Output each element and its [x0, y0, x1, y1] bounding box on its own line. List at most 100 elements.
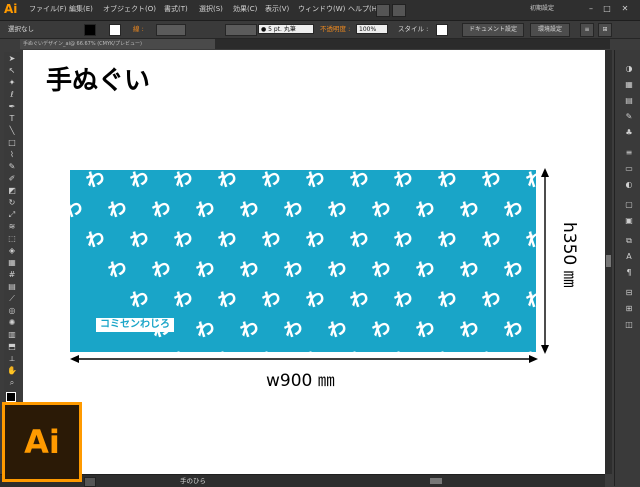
fill-color-icon[interactable]: [6, 392, 16, 402]
layers-panel-icon[interactable]: ⧉: [623, 236, 635, 246]
pathfinder-panel-icon[interactable]: ◫: [623, 320, 635, 330]
document-tab[interactable]: 手ぬぐいデザイン_ai@ 66.67% (CMYK/プレビュー): [20, 39, 215, 49]
menu-object[interactable]: オブジェクト(O): [103, 4, 156, 14]
align-icon[interactable]: ≡: [580, 23, 594, 37]
blob-brush-tool-icon[interactable]: ✐: [6, 174, 18, 184]
paragraph-panel-icon[interactable]: ¶: [623, 268, 635, 278]
vertical-scroll-thumb[interactable]: [606, 255, 611, 267]
preferences-button[interactable]: 環境設定: [530, 23, 570, 37]
pattern-glyph: ゎ: [433, 343, 462, 352]
pattern-glyph: ゎ: [212, 170, 242, 194]
brushes-panel-icon[interactable]: ✎: [623, 112, 635, 122]
artboard-tool-icon[interactable]: ⬒: [6, 342, 18, 352]
line-tool-icon[interactable]: ╲: [6, 126, 18, 136]
lasso-tool-icon[interactable]: ℓ: [6, 90, 18, 100]
menu-type[interactable]: 書式(T): [164, 4, 188, 14]
character-panel-icon[interactable]: A: [623, 252, 635, 262]
zoom-tool-icon[interactable]: ⌕: [6, 378, 18, 388]
menu-file[interactable]: ファイル(F): [29, 4, 67, 14]
stroke-weight-field[interactable]: [156, 24, 186, 36]
menu-bar: Ai ファイル(F) 編集(E) オブジェクト(O) 書式(T) 選択(S) 効…: [0, 0, 640, 21]
fill-swatch[interactable]: [84, 24, 96, 36]
stroke-panel-icon[interactable]: ≡: [623, 148, 635, 158]
pattern-glyph: ゎ: [256, 223, 286, 254]
align-panel-icon[interactable]: ⊟: [623, 288, 635, 298]
gradient-tool-icon[interactable]: ▤: [6, 282, 18, 292]
magic-wand-tool-icon[interactable]: ✦: [6, 78, 18, 88]
pattern-glyph: ゎ: [256, 283, 286, 314]
rectangle-tool-icon[interactable]: □: [6, 138, 18, 148]
shape-builder-tool-icon[interactable]: ◈: [6, 246, 18, 256]
mesh-tool-icon[interactable]: #: [6, 270, 18, 280]
slice-tool-icon[interactable]: ⟂: [6, 354, 18, 364]
stroke-label[interactable]: 線 :: [133, 24, 144, 35]
width-label: w900 ㎜: [266, 371, 335, 391]
pattern-glyph: ゎ: [476, 223, 506, 254]
hand-tool-icon[interactable]: ✋: [6, 366, 18, 376]
gradient-panel-icon[interactable]: ▭: [623, 164, 635, 174]
scale-tool-icon[interactable]: ⤢: [6, 210, 18, 220]
free-transform-tool-icon[interactable]: ⬚: [6, 234, 18, 244]
transparency-panel-icon[interactable]: ◐: [623, 180, 635, 190]
eraser-tool-icon[interactable]: ◩: [6, 186, 18, 196]
arrange-documents-button[interactable]: [392, 4, 406, 17]
pattern-glyph: ゎ: [322, 313, 352, 344]
pattern-glyph: ゎ: [257, 343, 286, 352]
rotate-tool-icon[interactable]: ↻: [6, 198, 18, 208]
opacity-field[interactable]: 100%: [356, 24, 388, 34]
pattern-glyph: ゎ: [388, 170, 418, 194]
appearance-panel-icon[interactable]: ▢: [623, 200, 635, 210]
menu-view[interactable]: 表示(V): [265, 4, 289, 14]
symbol-sprayer-tool-icon[interactable]: ✺: [6, 318, 18, 328]
menu-window[interactable]: ウィンドウ(W): [298, 4, 345, 14]
pattern-glyph: ゎ: [146, 253, 176, 284]
graphic-styles-panel-icon[interactable]: ▣: [623, 216, 635, 226]
menu-help[interactable]: ヘルプ(H): [348, 4, 380, 14]
transform-icon[interactable]: ⊞: [598, 23, 612, 37]
selection-tool-icon[interactable]: ➤: [6, 54, 18, 64]
paintbrush-tool-icon[interactable]: ⌇: [6, 150, 18, 160]
symbols-panel-icon[interactable]: ♣: [623, 128, 635, 138]
column-graph-tool-icon[interactable]: ▥: [6, 330, 18, 340]
pattern-glyph: ゎ: [212, 223, 242, 254]
pattern-glyph: ゎ: [168, 223, 198, 254]
pattern-glyph: ゎ: [213, 343, 242, 352]
menu-effect[interactable]: 効果(C): [233, 4, 257, 14]
stroke-swatch[interactable]: [109, 24, 121, 36]
close-icon[interactable]: ✕: [618, 3, 632, 15]
color-guide-icon[interactable]: ▦: [623, 80, 635, 90]
perspective-grid-tool-icon[interactable]: ▦: [6, 258, 18, 268]
menu-edit[interactable]: 編集(E): [69, 4, 93, 14]
width-dimension-arrow: [70, 355, 538, 363]
pattern-glyph: ゎ: [345, 343, 374, 352]
tools-panel: ➤ ↖ ✦ ℓ ✒ T ╲ □ ⌇ ✎ ✐ ◩ ↻ ⤢ ≋ ⬚ ◈ ▦ # ▤ …: [4, 52, 20, 412]
pattern-glyph: ゎ: [344, 283, 374, 314]
pattern-glyph: ゎ: [124, 170, 154, 194]
variable-width-profile[interactable]: [225, 24, 257, 36]
pattern-glyph: ゎ: [410, 313, 440, 344]
transform-panel-icon[interactable]: ⊞: [623, 304, 635, 314]
menu-select[interactable]: 選択(S): [199, 4, 223, 14]
type-tool-icon[interactable]: T: [6, 114, 18, 124]
pen-tool-icon[interactable]: ✒: [6, 102, 18, 112]
document-setup-button[interactable]: ドキュメント設定: [462, 23, 524, 37]
graphic-style-swatch[interactable]: [436, 24, 448, 36]
blend-tool-icon[interactable]: ◎: [6, 306, 18, 316]
pencil-tool-icon[interactable]: ✎: [6, 162, 18, 172]
opacity-label[interactable]: 不透明度 :: [320, 24, 350, 35]
swatches-panel-icon[interactable]: ▤: [623, 96, 635, 106]
width-tool-icon[interactable]: ≋: [6, 222, 18, 232]
pattern-glyph: ゎ: [124, 283, 154, 314]
direct-selection-tool-icon[interactable]: ↖: [6, 66, 18, 76]
style-label: スタイル :: [398, 25, 429, 33]
document-tab-bar: 手ぬぐいデザイン_ai@ 66.67% (CMYK/プレビュー): [20, 39, 610, 49]
brush-definition[interactable]: ● 5 pt. 丸筆: [258, 24, 314, 34]
pattern-glyph: ゎ: [190, 193, 220, 224]
minimize-icon[interactable]: –: [584, 3, 598, 15]
maximize-icon[interactable]: □: [600, 3, 614, 15]
workspace-switcher[interactable]: 初期設定: [530, 3, 576, 15]
eyedropper-tool-icon[interactable]: ⟋: [6, 294, 18, 304]
color-panel-icon[interactable]: ◑: [623, 64, 635, 74]
horizontal-scroll-thumb[interactable]: [430, 478, 442, 484]
bridge-button[interactable]: [376, 4, 390, 17]
